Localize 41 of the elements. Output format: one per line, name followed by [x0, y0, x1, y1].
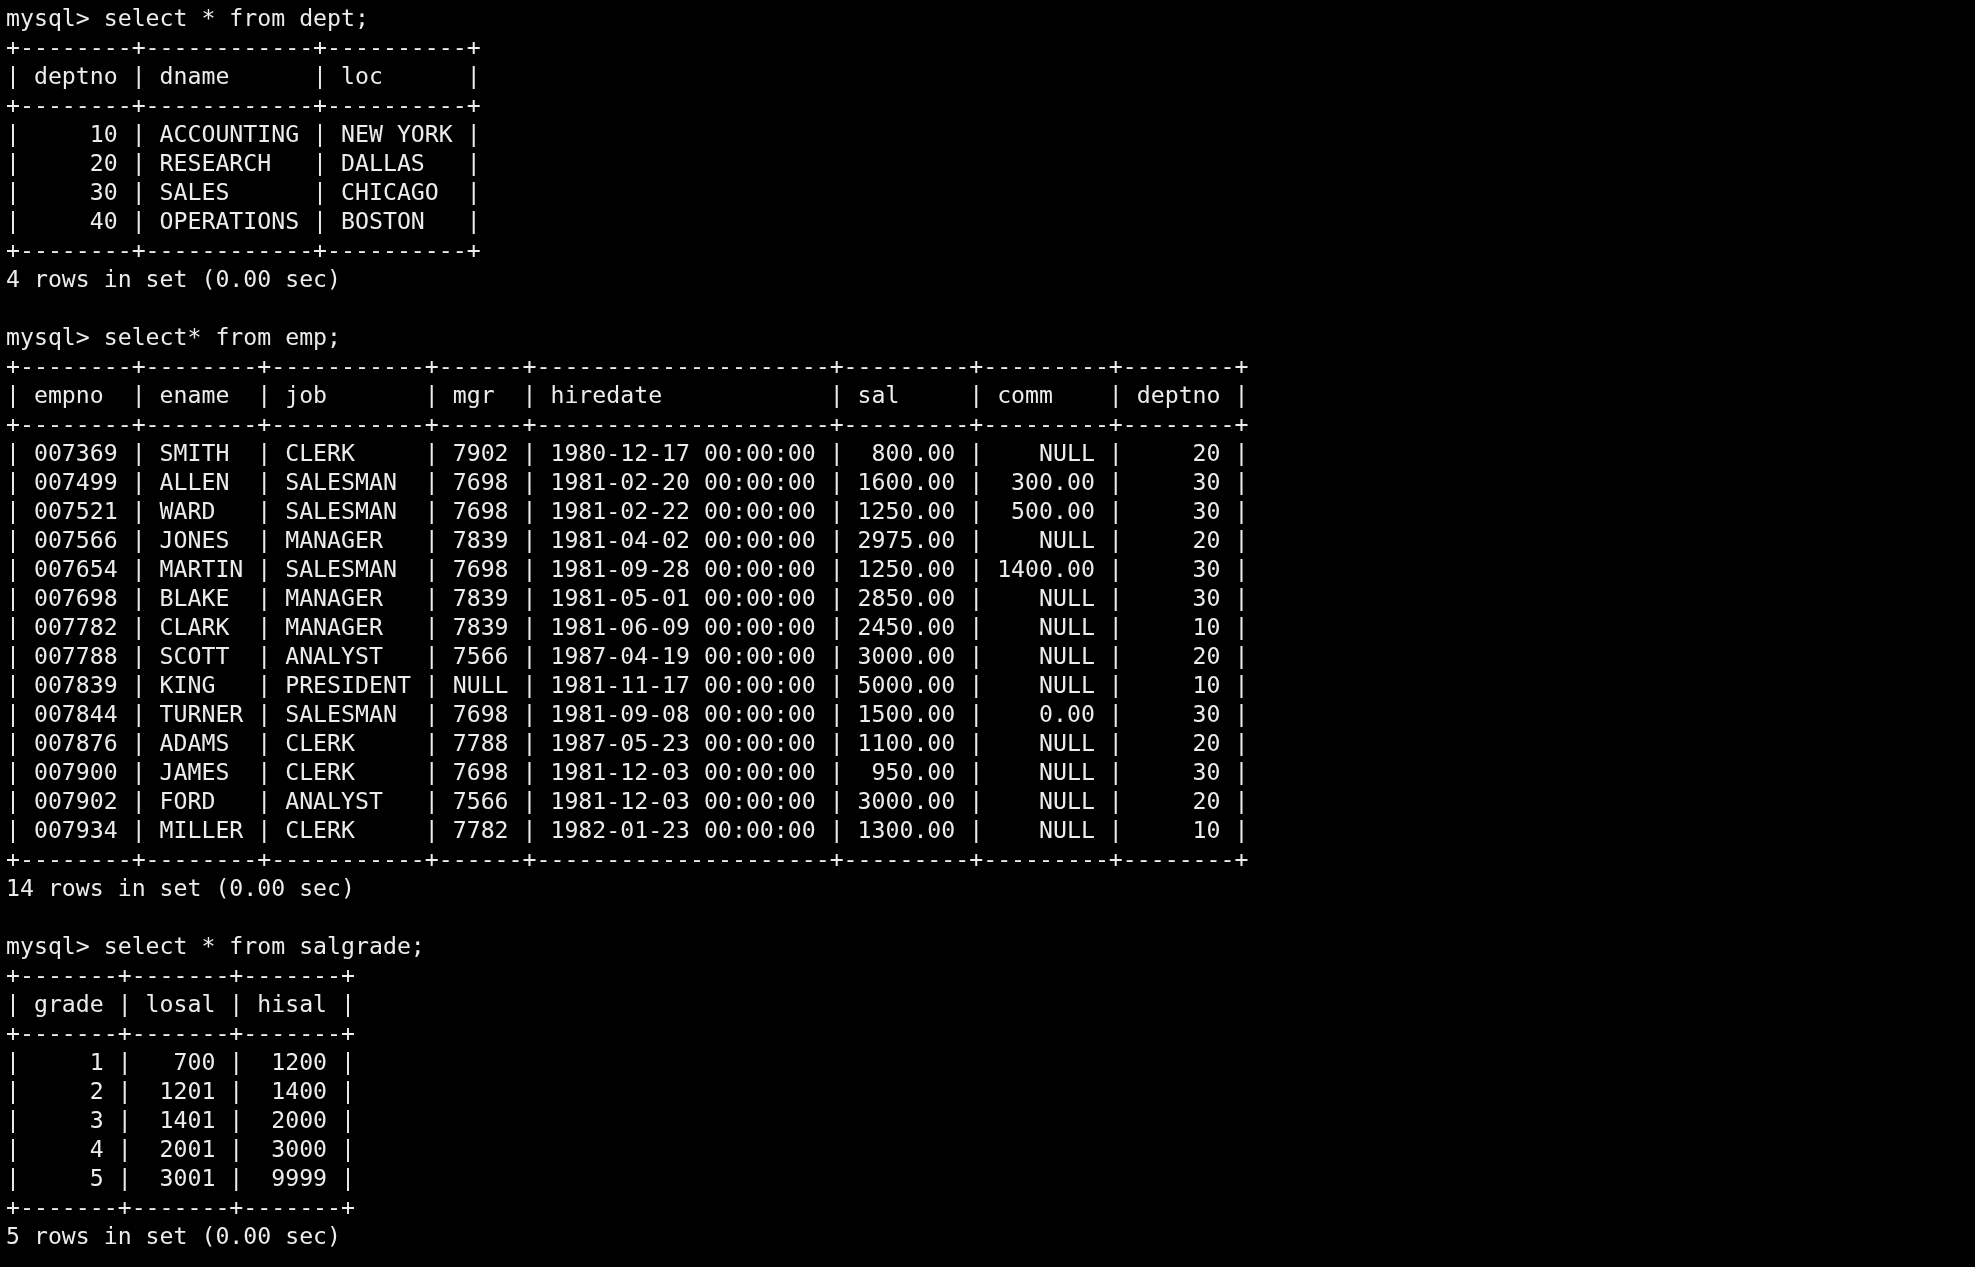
terminal-line: +--------+------------+----------+	[6, 90, 481, 119]
terminal-line: 14 rows in set (0.00 sec)	[6, 873, 355, 902]
terminal-line: +-------+-------+-------+	[6, 960, 355, 989]
terminal-line: | 007698 | BLAKE | MANAGER | 7839 | 1981-05-01 00:00:00 | 2850.00 | NULL | 30 |	[6, 583, 1249, 612]
terminal-line: mysql> select * from dept;	[6, 3, 369, 32]
terminal-line: 4 rows in set (0.00 sec)	[6, 264, 342, 293]
terminal-line: 5 rows in set (0.00 sec)	[6, 1221, 342, 1250]
terminal-line: | empno | ename | job | mgr | hiredate | sal | comm | deptno |	[6, 380, 1249, 409]
terminal-line: +-------+-------+-------+	[6, 1018, 355, 1047]
terminal-line: +--------+--------+-----------+------+---------------------+---------+---------+--------+	[6, 409, 1249, 438]
terminal-line: +--------+------------+----------+	[6, 235, 481, 264]
terminal-line: | 20 | RESEARCH | DALLAS |	[6, 148, 481, 177]
terminal-line: +--------+--------+-----------+------+---------------------+---------+---------+--------+	[6, 844, 1249, 873]
terminal-line: | 007876 | ADAMS | CLERK | 7788 | 1987-05-23 00:00:00 | 1100.00 | NULL | 20 |	[6, 728, 1249, 757]
terminal-line: | 007900 | JAMES | CLERK | 7698 | 1981-12-03 00:00:00 | 950.00 | NULL | 30 |	[6, 757, 1249, 786]
terminal-line: +--------+--------+-----------+------+---------------------+---------+---------+--------+	[6, 351, 1249, 380]
terminal-line: +--------+------------+----------+	[6, 32, 481, 61]
terminal-line: +-------+-------+-------+	[6, 1192, 355, 1221]
terminal-line: | 007499 | ALLEN | SALESMAN | 7698 | 1981-02-20 00:00:00 | 1600.00 | 300.00 | 30 |	[6, 467, 1249, 496]
terminal-line: | 007521 | WARD | SALESMAN | 7698 | 1981-02-22 00:00:00 | 1250.00 | 500.00 | 30 |	[6, 496, 1249, 525]
terminal-line: mysql> select* from emp;	[6, 322, 342, 351]
terminal-line: | 007934 | MILLER | CLERK | 7782 | 1982-01-23 00:00:00 | 1300.00 | NULL | 10 |	[6, 815, 1249, 844]
terminal-line: | 007902 | FORD | ANALYST | 7566 | 1981-12-03 00:00:00 | 3000.00 | NULL | 20 |	[6, 786, 1249, 815]
terminal-line: | 10 | ACCOUNTING | NEW YORK |	[6, 119, 481, 148]
terminal-line: | 2 | 1201 | 1400 |	[6, 1076, 355, 1105]
terminal-line: | 007839 | KING | PRESIDENT | NULL | 1981-11-17 00:00:00 | 5000.00 | NULL | 10 |	[6, 670, 1249, 699]
terminal-line: | 007782 | CLARK | MANAGER | 7839 | 1981-06-09 00:00:00 | 2450.00 | NULL | 10 |	[6, 612, 1249, 641]
terminal-line: | 007566 | JONES | MANAGER | 7839 | 1981-04-02 00:00:00 | 2975.00 | NULL | 20 |	[6, 525, 1249, 554]
terminal-line: | 3 | 1401 | 2000 |	[6, 1105, 355, 1134]
terminal-line: | deptno | dname | loc |	[6, 61, 481, 90]
terminal-line: | 4 | 2001 | 3000 |	[6, 1134, 355, 1163]
terminal-line: | 007369 | SMITH | CLERK | 7902 | 1980-12-17 00:00:00 | 800.00 | NULL | 20 |	[6, 438, 1249, 467]
terminal-line: mysql> select * from salgrade;	[6, 931, 425, 960]
terminal-line: | 007788 | SCOTT | ANALYST | 7566 | 1987-04-19 00:00:00 | 3000.00 | NULL | 20 |	[6, 641, 1249, 670]
terminal-line: | grade | losal | hisal |	[6, 989, 355, 1018]
terminal-line: | 40 | OPERATIONS | BOSTON |	[6, 206, 481, 235]
terminal-line: | 1 | 700 | 1200 |	[6, 1047, 355, 1076]
terminal-line: | 007844 | TURNER | SALESMAN | 7698 | 1981-09-08 00:00:00 | 1500.00 | 0.00 | 30 |	[6, 699, 1249, 728]
terminal-line: | 007654 | MARTIN | SALESMAN | 7698 | 1981-09-28 00:00:00 | 1250.00 | 1400.00 | 30 |	[6, 554, 1249, 583]
terminal-line: | 30 | SALES | CHICAGO |	[6, 177, 481, 206]
terminal-line: | 5 | 3001 | 9999 |	[6, 1163, 355, 1192]
